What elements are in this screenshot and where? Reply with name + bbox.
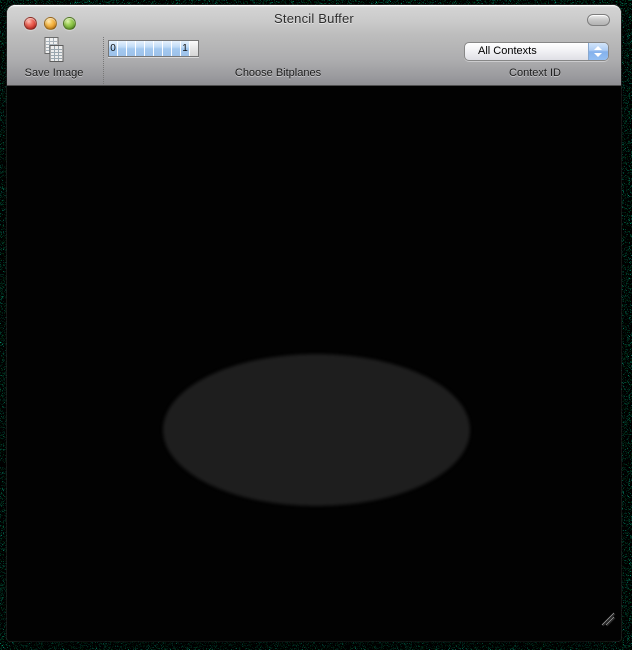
- zoom-button[interactable]: [63, 17, 76, 30]
- context-id-popup[interactable]: All Contexts: [464, 42, 609, 61]
- toolbar-separator: [103, 37, 104, 84]
- toolbar-toggle-pill-button[interactable]: [587, 14, 610, 26]
- bitplane-cell[interactable]: [189, 41, 198, 56]
- stencil-buffer-view: [7, 86, 621, 641]
- choose-bitplanes-label: Choose Bitplanes: [178, 67, 378, 79]
- bitplane-cell[interactable]: [144, 41, 153, 56]
- resize-grip-icon[interactable]: [600, 611, 616, 627]
- bitplane-cell[interactable]: [153, 41, 162, 56]
- stencil-buffer-window: Stencil Buffer Save Image 01 Choose Bitp…: [7, 5, 621, 641]
- save-image-icon: [40, 36, 68, 64]
- context-id-popup-value: All Contexts: [478, 43, 537, 60]
- bitplane-cell[interactable]: [126, 41, 135, 56]
- minimize-button[interactable]: [44, 17, 57, 30]
- bitplane-cell[interactable]: [117, 41, 126, 56]
- titlebar-toolbar: Stencil Buffer Save Image 01 Choose Bitp…: [7, 5, 621, 86]
- up-down-arrows-icon: [588, 43, 608, 60]
- bitplane-cell[interactable]: [162, 41, 171, 56]
- stencil-ellipse: [163, 354, 470, 506]
- bitplane-cell[interactable]: [135, 41, 144, 56]
- bitplane-cell[interactable]: 1: [180, 41, 189, 56]
- close-button[interactable]: [24, 17, 37, 30]
- bitplane-cell[interactable]: [171, 41, 180, 56]
- bitplane-matrix[interactable]: 01: [108, 40, 199, 57]
- context-id-label: Context ID: [455, 67, 615, 79]
- save-image-label: Save Image: [15, 67, 93, 79]
- bitplane-cell[interactable]: 0: [109, 41, 117, 56]
- window-title: Stencil Buffer: [97, 11, 531, 26]
